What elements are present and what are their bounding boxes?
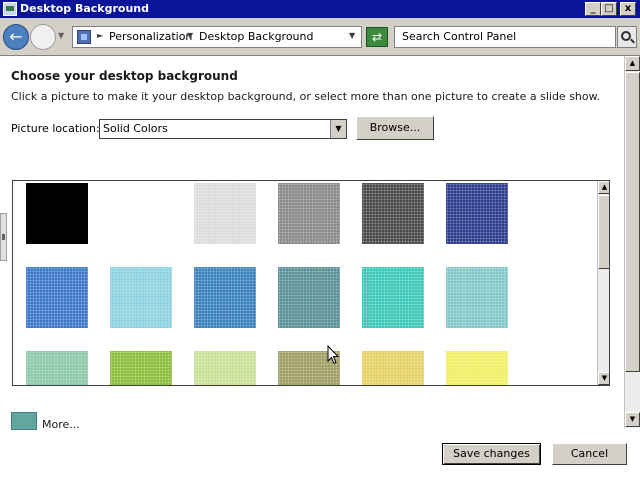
desktop-background-app-icon <box>3 2 17 16</box>
color-swatch[interactable] <box>446 183 508 244</box>
color-swatch[interactable] <box>110 351 172 385</box>
picture-location-select[interactable]: Solid Colors ▼ <box>99 119 347 139</box>
color-swatch[interactable] <box>278 267 340 328</box>
scroll-down-icon[interactable]: ▼ <box>598 372 609 385</box>
color-swatch[interactable] <box>362 183 424 244</box>
color-swatch[interactable] <box>194 351 256 385</box>
save-changes-button[interactable]: Save changes <box>442 443 541 465</box>
gallery-scrollbar[interactable]: ▲ ▼ <box>597 181 609 385</box>
refresh-icon: ⇄ <box>371 30 383 44</box>
main-content: Choose your desktop background Click a p… <box>0 56 624 432</box>
color-swatch[interactable] <box>110 183 172 244</box>
control-panel-icon <box>77 30 91 44</box>
more-colors-link[interactable]: More... <box>42 418 80 431</box>
mouse-pointer-icon <box>327 345 339 365</box>
chevron-down-icon[interactable]: ▼ <box>330 120 346 138</box>
forward-button[interactable] <box>30 24 56 50</box>
chevron-down-icon[interactable]: ▼ <box>187 31 193 40</box>
chevron-right-icon[interactable]: ► <box>97 31 103 40</box>
address-dropdown-icon[interactable]: ▼ <box>349 31 355 40</box>
more-colors-swatch[interactable] <box>11 412 37 430</box>
instructions-text: Click a picture to make it your desktop … <box>11 90 601 103</box>
breadcrumb-item-personalization[interactable]: Personalization <box>109 30 192 44</box>
picture-location-label: Picture location: <box>11 122 100 135</box>
scroll-up-icon[interactable]: ▲ <box>598 181 609 194</box>
color-swatch[interactable] <box>362 351 424 385</box>
color-swatch[interactable] <box>278 183 340 244</box>
side-panel-tab[interactable] <box>0 213 7 261</box>
refresh-button[interactable]: ⇄ <box>366 27 388 47</box>
color-swatch[interactable] <box>26 183 88 244</box>
window-title: Desktop Background <box>20 2 150 15</box>
cancel-button[interactable]: Cancel <box>552 443 627 465</box>
search-icon-handle <box>630 38 635 44</box>
title-bar: Desktop Background _ □ x <box>0 0 640 18</box>
color-swatch[interactable] <box>362 267 424 328</box>
page-title: Choose your desktop background <box>11 69 238 83</box>
scroll-up-icon[interactable]: ▲ <box>625 56 640 71</box>
scroll-down-icon[interactable]: ▼ <box>625 412 640 427</box>
color-swatch[interactable] <box>446 351 508 385</box>
color-swatch[interactable] <box>26 267 88 328</box>
maximize-button[interactable]: □ <box>601 2 617 16</box>
back-arrow-icon: ← <box>9 27 23 46</box>
color-swatch[interactable] <box>194 183 256 244</box>
window-scrollbar[interactable]: ▲ ▼ <box>624 56 640 428</box>
address-bar: ← ▼ ► Personalization ▼ Desktop Backgrou… <box>0 18 640 56</box>
minimize-button[interactable]: _ <box>585 2 601 16</box>
recent-pages-dropdown[interactable]: ▼ <box>58 31 64 40</box>
breadcrumb[interactable]: ► Personalization ▼ Desktop Background ▼ <box>72 26 362 48</box>
window-scroll-thumb[interactable] <box>625 72 640 372</box>
search-input[interactable]: Search Control Panel <box>394 26 616 48</box>
search-button[interactable] <box>617 26 637 48</box>
color-swatch[interactable] <box>446 267 508 328</box>
breadcrumb-item-desktop-background[interactable]: Desktop Background <box>199 30 314 44</box>
background-gallery: ▲ ▼ <box>12 180 610 386</box>
color-swatch[interactable] <box>110 267 172 328</box>
color-swatch[interactable] <box>26 351 88 385</box>
color-swatch[interactable] <box>194 267 256 328</box>
gallery-scroll-thumb[interactable] <box>598 195 609 269</box>
close-button[interactable]: x <box>620 2 636 16</box>
back-button[interactable]: ← <box>3 24 29 50</box>
picture-location-value: Solid Colors <box>103 122 168 135</box>
browse-button[interactable]: Browse... <box>356 116 434 140</box>
